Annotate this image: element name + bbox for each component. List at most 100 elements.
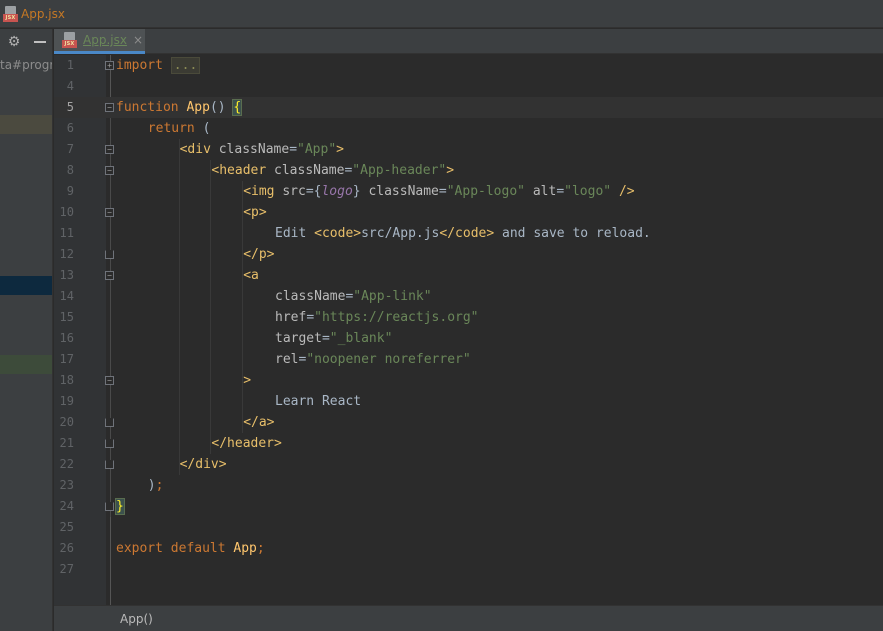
code-line[interactable]: 19 Learn React xyxy=(54,391,883,412)
code-text: className="App-link" xyxy=(275,289,432,304)
line-number: 15 xyxy=(59,310,74,324)
collapse-fold-icon[interactable]: − xyxy=(105,166,114,175)
line-number: 8 xyxy=(66,163,74,177)
tree-row-selected[interactable] xyxy=(0,276,52,295)
expand-fold-icon[interactable]: + xyxy=(105,61,114,70)
project-path[interactable]: ta#progra xyxy=(0,58,52,72)
code-text: <img src={logo} className="App-logo" alt… xyxy=(243,184,635,199)
code-text: target="_blank" xyxy=(275,331,393,346)
tab-label: App.jsx xyxy=(83,33,127,47)
code-line[interactable]: 18 − > xyxy=(54,370,883,391)
code-text: > xyxy=(243,373,252,388)
line-number: 20 xyxy=(59,415,74,429)
hide-icon[interactable] xyxy=(34,40,46,43)
collapse-fold-icon[interactable]: − xyxy=(105,145,114,154)
code-line[interactable]: 13 − <a xyxy=(54,265,883,286)
line-number: 24 xyxy=(59,499,74,513)
line-number: 11 xyxy=(59,226,74,240)
line-number: 16 xyxy=(59,331,74,345)
code-text: </a> xyxy=(243,415,275,430)
close-icon[interactable]: × xyxy=(133,33,143,47)
line-number: 25 xyxy=(59,520,74,534)
code-line[interactable]: 10 − <p> xyxy=(54,202,883,223)
collapse-fold-icon[interactable] xyxy=(105,418,114,427)
collapse-fold-icon[interactable]: − xyxy=(105,103,114,112)
code-line[interactable]: 21 </header> xyxy=(54,433,883,454)
code-line[interactable]: 1 + import ... xyxy=(54,55,883,76)
editor-tab-bar: JSX App.jsx × xyxy=(54,29,883,54)
code-text: href="https://reactjs.org" xyxy=(275,310,479,325)
code-line[interactable]: 23); xyxy=(54,475,883,496)
code-line[interactable]: 27 xyxy=(54,559,883,580)
jsx-file-icon: JSX xyxy=(3,5,19,22)
code-line[interactable]: 16 target="_blank" xyxy=(54,328,883,349)
code-text: function App() { xyxy=(116,99,243,116)
code-text: </div> xyxy=(179,457,227,472)
collapse-fold-icon[interactable] xyxy=(105,439,114,448)
tool-window-toolbar: ⚙ xyxy=(0,29,52,54)
code-text: <header className="App-header"> xyxy=(211,163,455,178)
code-line[interactable]: 17 rel="noopener noreferrer" xyxy=(54,349,883,370)
code-line[interactable]: 5 − function App() { xyxy=(54,97,883,118)
code-text: </p> xyxy=(243,247,275,262)
line-number: 26 xyxy=(59,541,74,555)
code-text: return ( xyxy=(147,121,211,136)
window-title: App.jsx xyxy=(21,6,65,21)
tab-app-jsx[interactable]: JSX App.jsx × xyxy=(54,29,145,54)
project-tool-window[interactable]: ⚙ ta#progra xyxy=(0,29,53,631)
code-text: </header> xyxy=(211,436,282,451)
collapse-fold-icon[interactable] xyxy=(105,502,114,511)
code-text: <a xyxy=(243,268,259,283)
code-line[interactable]: 20 </a> xyxy=(54,412,883,433)
line-number: 12 xyxy=(59,247,74,261)
line-number: 18 xyxy=(59,373,74,387)
code-text: Learn React xyxy=(275,394,362,409)
line-number: 4 xyxy=(66,79,74,93)
code-line[interactable]: 4 xyxy=(54,76,883,97)
code-text: } xyxy=(115,498,125,515)
code-line[interactable]: 6 return ( xyxy=(54,118,883,139)
code-text: ); xyxy=(147,478,164,493)
line-number: 6 xyxy=(66,121,74,135)
breadcrumb[interactable]: App() xyxy=(120,612,153,626)
collapse-fold-icon[interactable]: − xyxy=(105,376,114,385)
collapse-fold-icon[interactable]: − xyxy=(105,208,114,217)
tree-row-modified[interactable] xyxy=(0,355,52,374)
code-line[interactable]: 12 </p> xyxy=(54,244,883,265)
code-line[interactable]: 15 href="https://reactjs.org" xyxy=(54,307,883,328)
code-line[interactable]: 22 </div> xyxy=(54,454,883,475)
line-number: 19 xyxy=(59,394,74,408)
code-text: import ... xyxy=(116,55,201,76)
collapse-fold-icon[interactable] xyxy=(105,250,114,259)
code-line[interactable]: 9 <img src={logo} className="App-logo" al… xyxy=(54,181,883,202)
collapse-fold-icon[interactable] xyxy=(105,460,114,469)
line-number: 13 xyxy=(59,268,74,282)
code-text: <div className="App"> xyxy=(179,142,344,157)
line-number: 17 xyxy=(59,352,74,366)
code-line[interactable]: 11 Edit <code>src/App.js</code> and save … xyxy=(54,223,883,244)
line-number: 23 xyxy=(59,478,74,492)
line-number: 21 xyxy=(59,436,74,450)
line-number: 27 xyxy=(59,562,74,576)
gear-icon[interactable]: ⚙ xyxy=(7,35,21,49)
code-text: rel="noopener noreferrer" xyxy=(275,352,471,367)
code-text: export default App; xyxy=(116,541,265,556)
code-line[interactable]: 24} xyxy=(54,496,883,517)
code-editor[interactable]: 1 + import ... 4 5− function App() { 6 return (… xyxy=(54,55,883,605)
breadcrumb-bar: App() xyxy=(54,605,883,631)
code-line[interactable]: 26 export default App; xyxy=(54,538,883,559)
code-text: Edit <code>src/App.js</code> and save to… xyxy=(275,226,651,241)
line-number: 14 xyxy=(59,289,74,303)
title-bar: JSX App.jsx xyxy=(0,0,883,28)
line-number: 7 xyxy=(66,142,74,156)
tree-row-highlight[interactable] xyxy=(0,115,52,134)
jsx-file-icon: JSX xyxy=(62,32,78,48)
code-text: <p> xyxy=(243,205,267,220)
code-line[interactable]: 14 className="App-link" xyxy=(54,286,883,307)
collapse-fold-icon[interactable]: − xyxy=(105,271,114,280)
code-line[interactable]: 25 xyxy=(54,517,883,538)
line-number: 22 xyxy=(59,457,74,471)
code-line[interactable]: 7 − <div className="App"> xyxy=(54,139,883,160)
line-number: 1 xyxy=(66,58,74,72)
code-line[interactable]: 8 − <header className="App-header"> xyxy=(54,160,883,181)
